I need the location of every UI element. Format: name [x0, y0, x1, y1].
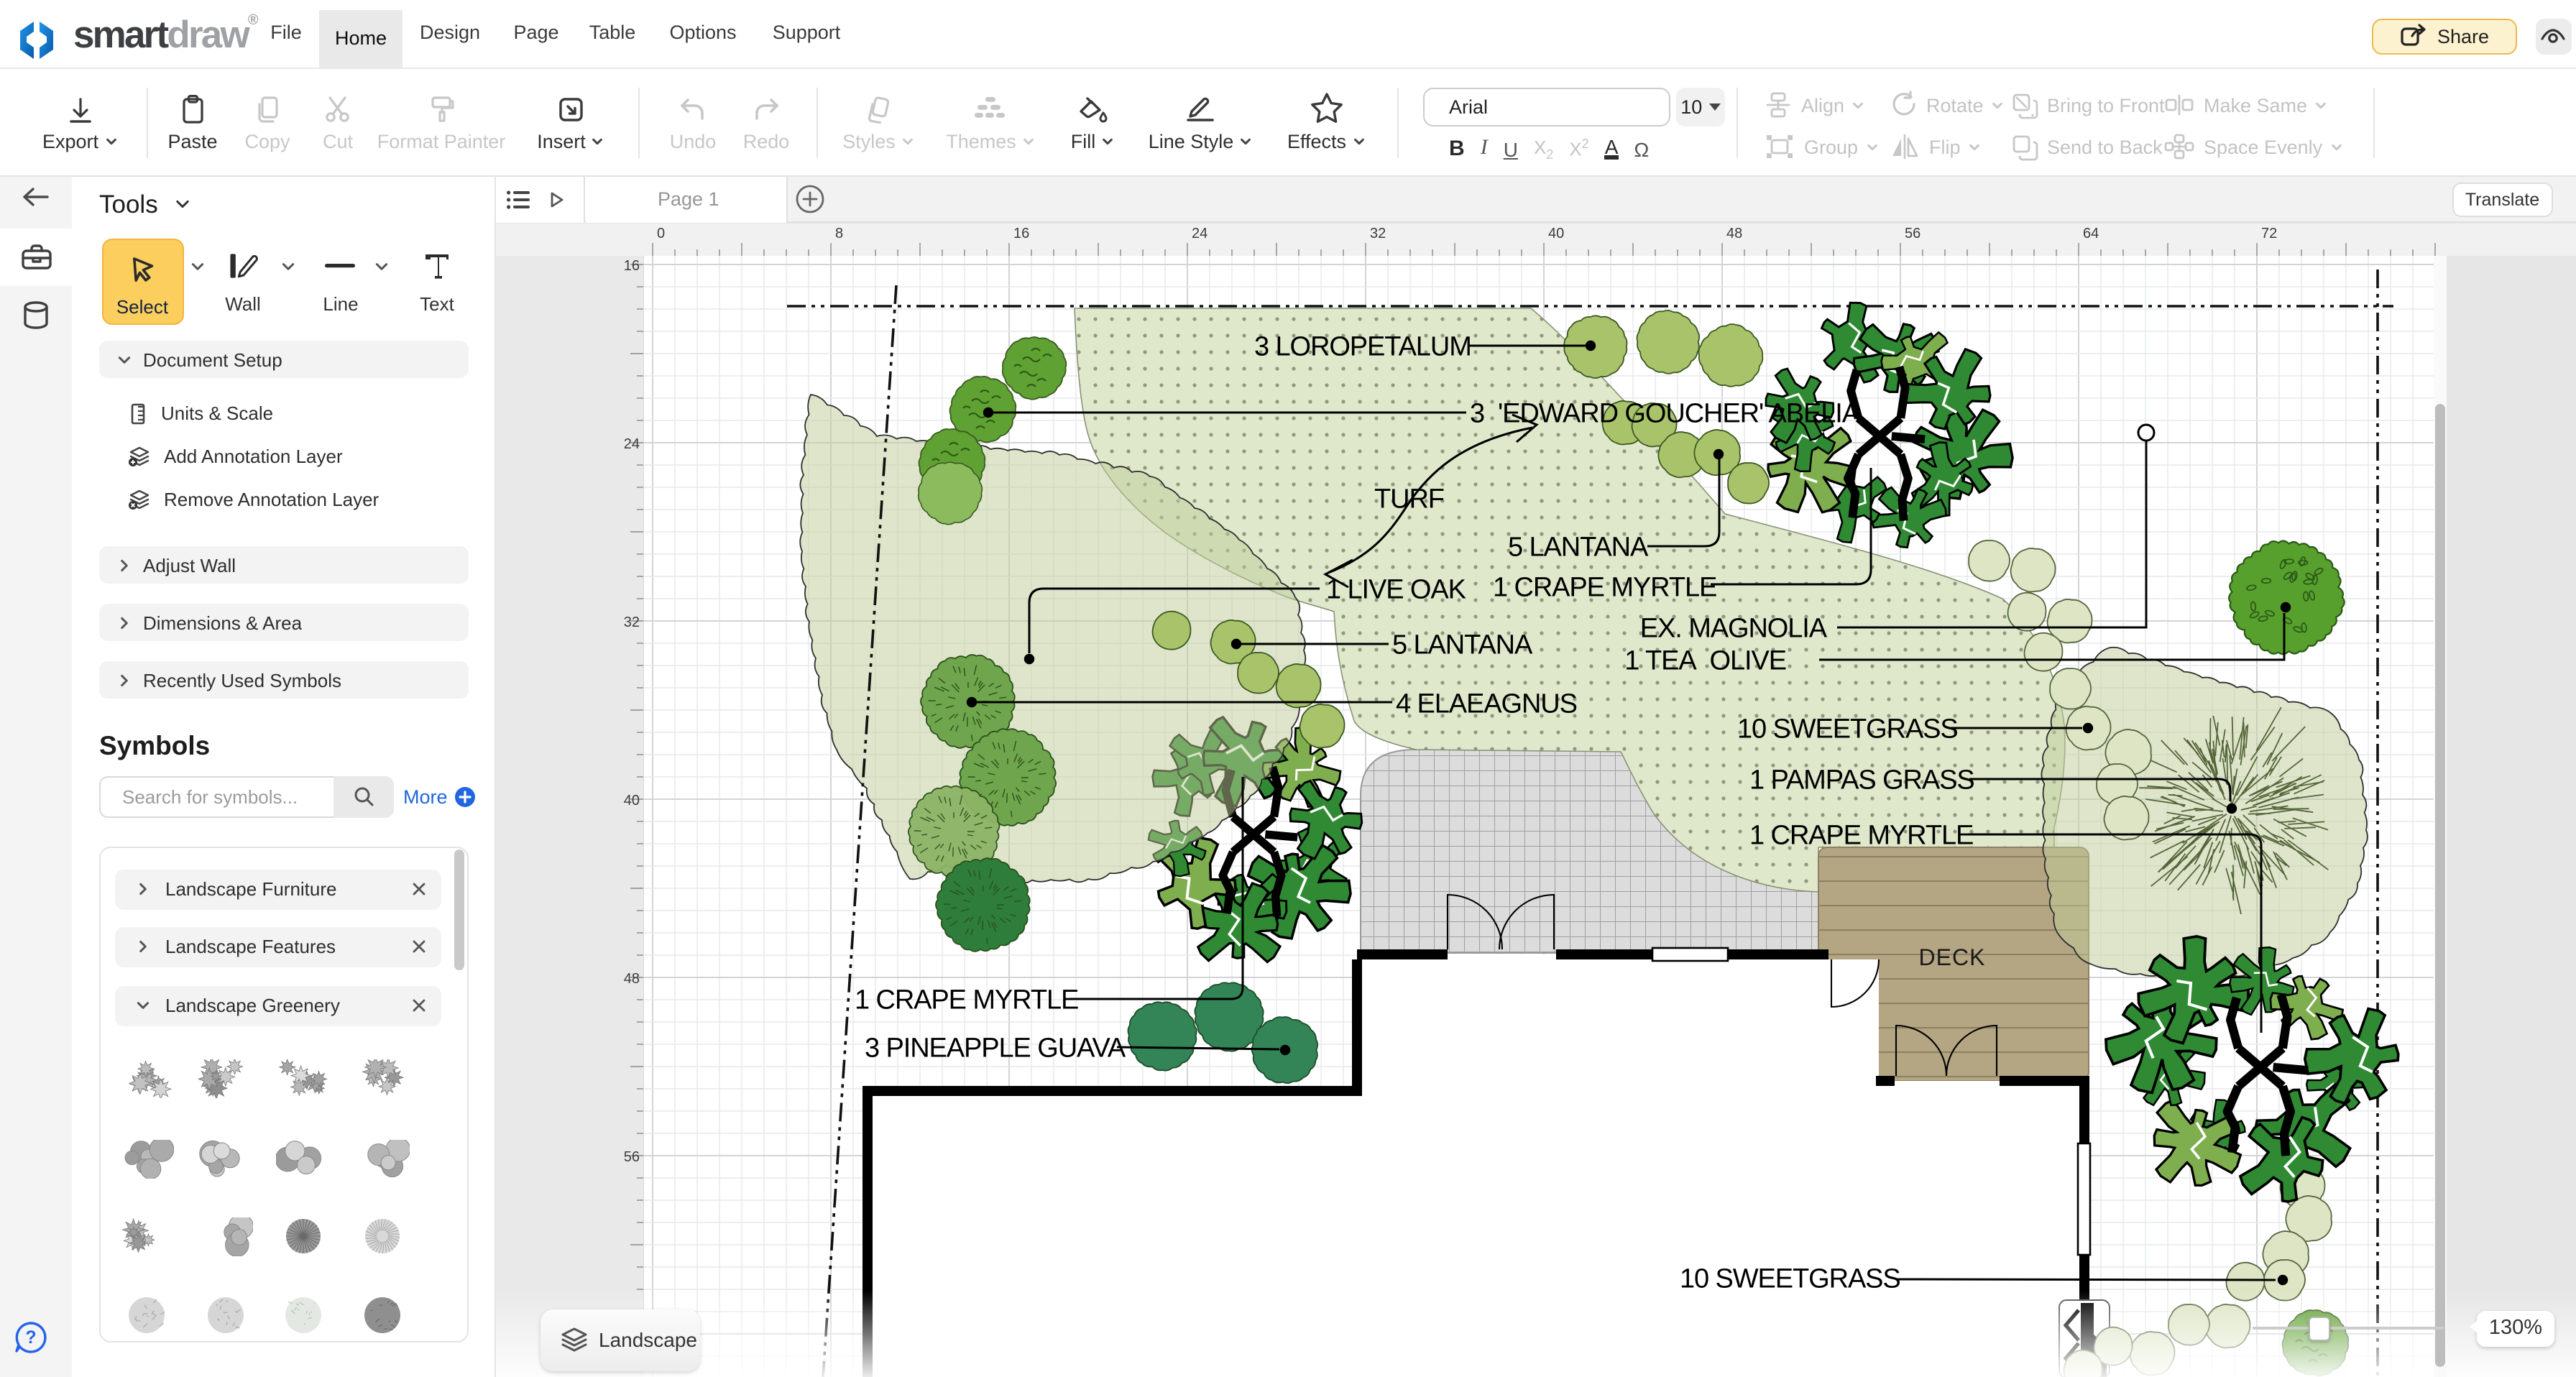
svg-text:4 ELAEAGNUS: 4 ELAEAGNUS — [1396, 688, 1577, 718]
svg-text:1 CRAPE MYRTLE: 1 CRAPE MYRTLE — [1749, 819, 1973, 849]
svg-text:DECK: DECK — [1919, 944, 1986, 970]
svg-text:40: 40 — [1548, 225, 1564, 241]
svg-text:0: 0 — [657, 225, 665, 241]
svg-text:72: 72 — [2261, 225, 2277, 241]
svg-text:8: 8 — [835, 225, 843, 241]
svg-text:TURF: TURF — [1374, 483, 1444, 513]
svg-text:16: 16 — [1013, 225, 1029, 241]
svg-text:56: 56 — [1905, 225, 1920, 241]
svg-text:40: 40 — [624, 792, 640, 808]
svg-text:5 LANTANA: 5 LANTANA — [1392, 629, 1533, 659]
svg-text:EX. MAGNOLIA: EX. MAGNOLIA — [1640, 612, 1828, 643]
svg-text:10 SWEETGRASS: 10 SWEETGRASS — [1737, 713, 1958, 743]
svg-text:24: 24 — [624, 436, 640, 451]
svg-text:1 CRAPE MYRTLE: 1 CRAPE MYRTLE — [855, 984, 1078, 1014]
svg-text:3 LOROPETALUM: 3 LOROPETALUM — [1254, 331, 1471, 361]
svg-text:1 PAMPAS GRASS: 1 PAMPAS GRASS — [1749, 764, 1974, 794]
svg-text:?: ? — [25, 1327, 36, 1347]
svg-text:24: 24 — [1192, 225, 1208, 241]
svg-text:1 LIVE OAK: 1 LIVE OAK — [1326, 574, 1466, 604]
svg-text:10 SWEETGRASS: 10 SWEETGRASS — [1680, 1263, 1900, 1293]
svg-text:3 PINEAPPLE GUAVA: 3 PINEAPPLE GUAVA — [865, 1032, 1126, 1062]
svg-text:5 LANTANA: 5 LANTANA — [1508, 531, 1649, 561]
svg-text:48: 48 — [1726, 225, 1742, 241]
svg-text:3 'EDWARD GOUCHER' ABELIA: 3 'EDWARD GOUCHER' ABELIA — [1470, 397, 1861, 428]
svg-text:64: 64 — [2083, 225, 2099, 241]
svg-text:32: 32 — [1370, 225, 1386, 241]
svg-text:56: 56 — [624, 1148, 640, 1164]
svg-text:48: 48 — [624, 970, 640, 986]
svg-text:16: 16 — [624, 257, 640, 273]
svg-text:1 TEA OLIVE: 1 TEA OLIVE — [1624, 645, 1786, 675]
svg-text:1 CRAPE MYRTLE: 1 CRAPE MYRTLE — [1493, 571, 1716, 602]
svg-text:32: 32 — [624, 614, 640, 630]
